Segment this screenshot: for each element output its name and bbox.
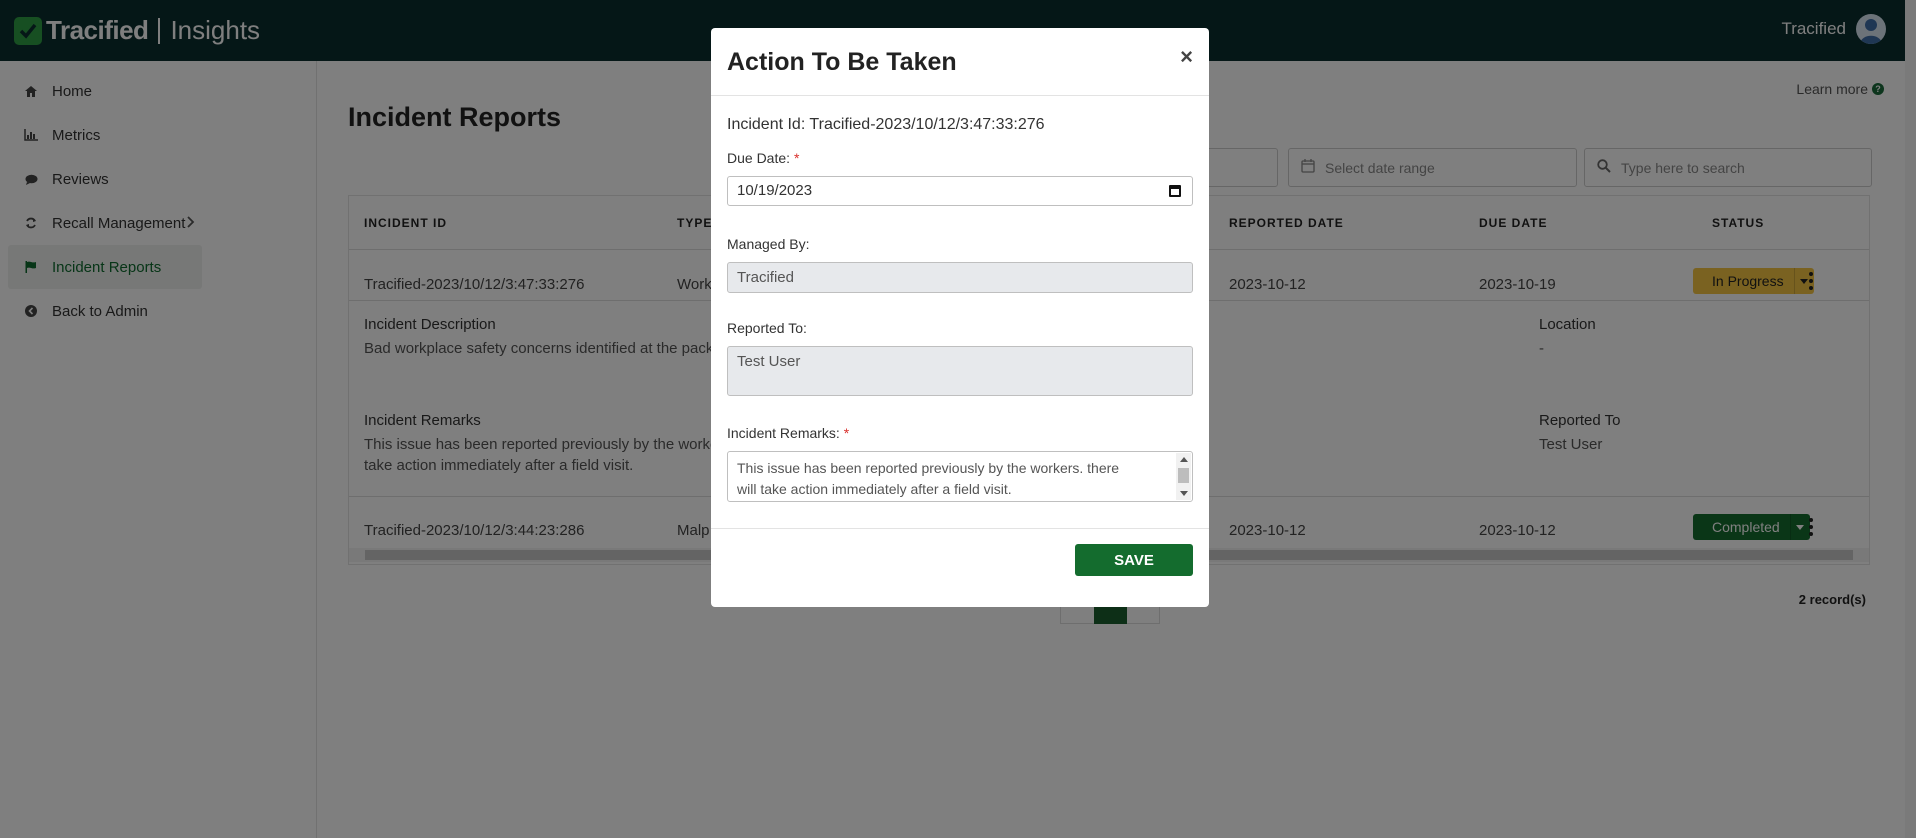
incident-id-text: Incident Id: Tracified-2023/10/12/3:47:3… bbox=[727, 116, 1045, 133]
modal-title: Action To Be Taken bbox=[727, 48, 957, 76]
textarea-scrollbar[interactable] bbox=[1176, 453, 1191, 500]
incident-remarks-line2: will take action immediately after a fie… bbox=[737, 481, 1012, 497]
incident-remarks-label: Incident Remarks: * bbox=[727, 425, 849, 441]
modal-header: Action To Be Taken × bbox=[711, 28, 1209, 96]
action-modal: Action To Be Taken × Incident Id: Tracif… bbox=[711, 28, 1209, 607]
close-icon[interactable]: × bbox=[1180, 44, 1193, 70]
incident-remarks-line1: This issue has been reported previously … bbox=[737, 460, 1120, 476]
scrollbar-thumb[interactable] bbox=[1178, 468, 1189, 483]
calendar-icon[interactable] bbox=[1169, 185, 1181, 197]
scroll-up-icon[interactable] bbox=[1180, 457, 1188, 462]
managed-by-value: Tracified bbox=[737, 269, 794, 286]
reported-to-value: Test User bbox=[737, 353, 801, 370]
reported-to-field[interactable]: Test User bbox=[727, 346, 1193, 396]
required-mark: * bbox=[793, 150, 800, 166]
vertical-scrollbar[interactable] bbox=[1905, 0, 1916, 838]
due-date-value: 10/19/2023 bbox=[737, 182, 813, 199]
incident-remarks-label-text: Incident Remarks: bbox=[727, 425, 840, 441]
managed-by-label: Managed By: bbox=[727, 236, 810, 252]
required-mark: * bbox=[843, 425, 850, 441]
scroll-down-icon[interactable] bbox=[1180, 491, 1188, 496]
managed-by-field[interactable]: Tracified bbox=[727, 262, 1193, 293]
due-date-label-text: Due Date: bbox=[727, 150, 791, 166]
due-date-label: Due Date: * bbox=[727, 150, 799, 166]
incident-remarks-textarea[interactable]: This issue has been reported previously … bbox=[727, 451, 1193, 502]
modal-footer bbox=[711, 528, 1209, 529]
save-button[interactable]: SAVE bbox=[1075, 544, 1193, 576]
due-date-input[interactable]: 10/19/2023 bbox=[727, 176, 1193, 206]
reported-to-label: Reported To: bbox=[727, 320, 807, 336]
